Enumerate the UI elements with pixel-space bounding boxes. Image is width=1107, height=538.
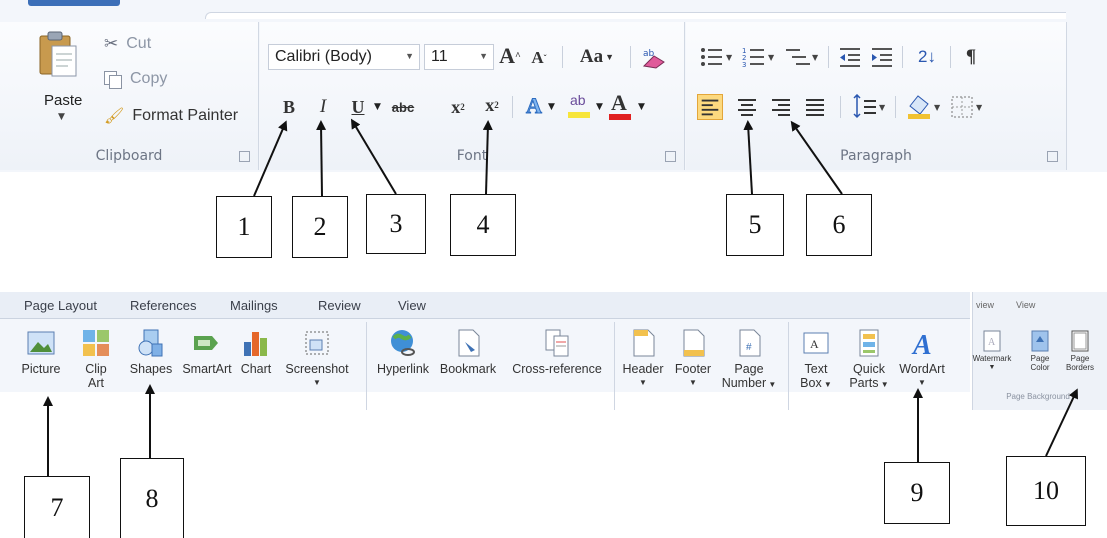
callout-arrows xyxy=(43,118,1078,476)
arrow-1 xyxy=(253,120,288,197)
arrow-4 xyxy=(482,120,493,195)
arrow-2 xyxy=(316,120,327,197)
arrow-5 xyxy=(743,120,754,195)
arrow-10 xyxy=(1045,388,1078,457)
arrow-6 xyxy=(790,120,843,195)
arrow-3 xyxy=(350,118,397,195)
